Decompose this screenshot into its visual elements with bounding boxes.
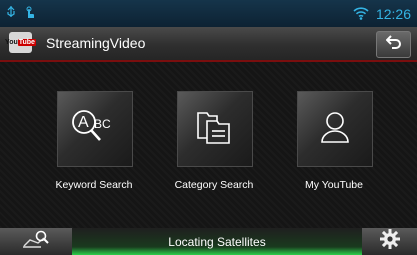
bottom-bar: Locating Satellites xyxy=(0,228,417,255)
clock: 12:26 xyxy=(375,5,411,22)
folder-list-icon xyxy=(195,109,235,150)
gps-status: Locating Satellites xyxy=(72,228,362,255)
main-area: A BC Keyword Search Category Search My Y… xyxy=(0,62,417,228)
category-search-button[interactable] xyxy=(177,91,253,167)
app-icon-text: You xyxy=(5,38,18,46)
abc-search-icon: A BC xyxy=(69,107,121,152)
back-button[interactable] xyxy=(376,31,411,58)
title-bar: YouTube StreamingVideo xyxy=(0,27,417,62)
svg-text:A: A xyxy=(78,114,89,131)
settings-button[interactable] xyxy=(362,228,417,255)
back-arrow-icon xyxy=(385,35,402,54)
youtube-app-icon: YouTube xyxy=(5,32,36,53)
svg-text:BC: BC xyxy=(94,117,111,131)
app-icon-text2: Tube xyxy=(17,38,36,46)
gear-icon xyxy=(379,228,401,255)
status-bar: 12:26 xyxy=(0,0,417,27)
page-title: StreamingVideo xyxy=(46,35,146,51)
my-youtube-label: My YouTube xyxy=(305,179,363,191)
category-search-label: Category Search xyxy=(174,179,254,191)
touch-icon xyxy=(24,6,35,22)
person-icon xyxy=(317,109,353,150)
keyword-search-label: Keyword Search xyxy=(55,179,133,191)
map-search-icon xyxy=(22,230,50,253)
wifi-icon xyxy=(353,7,369,20)
map-search-button[interactable] xyxy=(0,228,72,255)
usb-icon xyxy=(6,5,16,22)
my-youtube-button[interactable] xyxy=(297,91,373,167)
keyword-search-button[interactable]: A BC xyxy=(57,91,133,167)
